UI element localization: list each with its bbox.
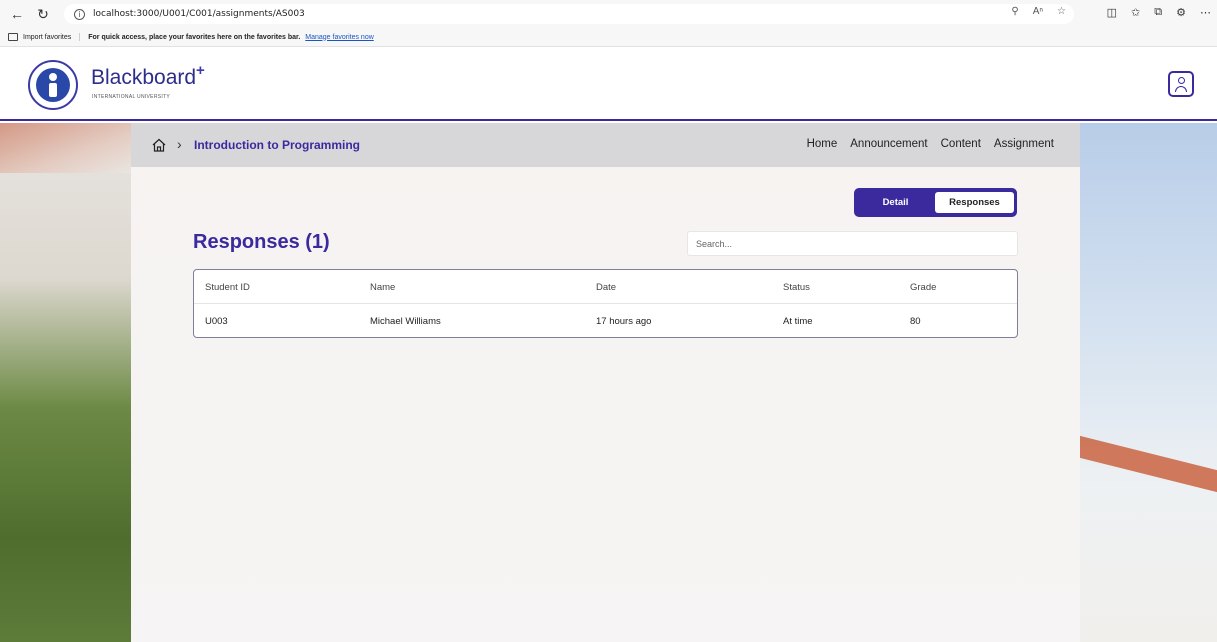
table-row[interactable]: U003 Michael Williams 17 hours ago At ti… [194,304,1017,338]
column-header-date: Date [596,282,617,293]
chevron-right-icon: › [177,136,182,152]
read-aloud-icon[interactable]: Aⁿ [1033,6,1043,17]
extensions-icon[interactable]: ⚙ [1176,6,1186,19]
manage-favorites-link[interactable]: Manage favorites now [305,34,373,41]
address-bar-actions: ⚲ Aⁿ ☆ [1011,6,1066,17]
nav-content[interactable]: Content [941,138,981,150]
import-favorites-button[interactable]: Import favorites [8,33,81,41]
info-icon[interactable]: i [74,8,85,20]
column-header-grade: Grade [910,282,937,293]
brand-name[interactable]: Blackboard [91,66,196,90]
nav-assignment[interactable]: Assignment [994,138,1054,150]
breadcrumb-bar: › Introduction to Programming Home Annou… [131,123,1080,167]
address-bar[interactable]: i localhost:3000/U001/C001/assignments/A… [64,4,1074,24]
brand-subtitle: INTERNATIONAL UNIVERSITY [92,94,171,100]
url-text[interactable]: localhost:3000/U001/C001/assignments/AS0… [93,9,305,19]
key-icon[interactable]: ⚲ [1011,6,1018,17]
column-header-status: Status [783,282,810,293]
column-header-name: Name [370,282,396,293]
favorite-star-icon[interactable]: ☆ [1057,6,1066,17]
more-icon[interactable]: ⋯ [1200,6,1211,19]
cell-date: 17 hours ago [596,316,652,327]
cell-grade: 80 [910,316,921,327]
cell-student-id: U003 [205,316,228,327]
search-input[interactable] [687,231,1018,256]
profile-button[interactable] [1168,71,1194,97]
user-icon [1177,77,1185,84]
content-panel: › Introduction to Programming Home Annou… [131,123,1080,642]
favorites-message: For quick access, place your favorites h… [88,33,301,41]
browser-toolbar: ← ↻ i localhost:3000/U001/C001/assignmen… [0,0,1217,28]
background-photo-left [0,123,131,642]
university-logo[interactable] [28,60,78,110]
favorites-bar: Import favorites For quick access, place… [0,28,1217,47]
back-icon[interactable]: ← [8,5,26,23]
brand-plus: + [196,62,205,79]
folder-icon [8,33,18,41]
home-icon[interactable] [152,138,166,152]
import-favorites-label: Import favorites [23,33,72,41]
breadcrumb-course[interactable]: Introduction to Programming [194,138,360,152]
favorites-icon[interactable]: ✩ [1131,6,1140,19]
refresh-icon[interactable]: ↻ [34,5,52,23]
page-title: Responses (1) [193,231,330,253]
browser-actions: ◫ ✩ ⧉ ⚙ ⋯ [1107,6,1211,19]
background-photo-right [1080,123,1217,642]
course-nav: Home Announcement Content Assignment [807,138,1054,150]
app-header: Blackboard + INTERNATIONAL UNIVERSITY [0,48,1217,121]
view-tabs: Detail Responses [854,188,1017,217]
tab-detail[interactable]: Detail [861,193,930,213]
nav-announcement[interactable]: Announcement [850,138,927,150]
tab-responses[interactable]: Responses [935,192,1014,213]
cell-name: Michael Williams [370,316,441,327]
nav-home[interactable]: Home [807,138,838,150]
responses-table: Student ID Name Date Status Grade U003 M… [193,269,1018,338]
table-header: Student ID Name Date Status Grade [194,270,1017,304]
collections-icon[interactable]: ⧉ [1154,6,1162,19]
column-header-student-id: Student ID [205,282,250,293]
cell-status: At time [783,316,813,327]
split-screen-icon[interactable]: ◫ [1107,6,1117,19]
